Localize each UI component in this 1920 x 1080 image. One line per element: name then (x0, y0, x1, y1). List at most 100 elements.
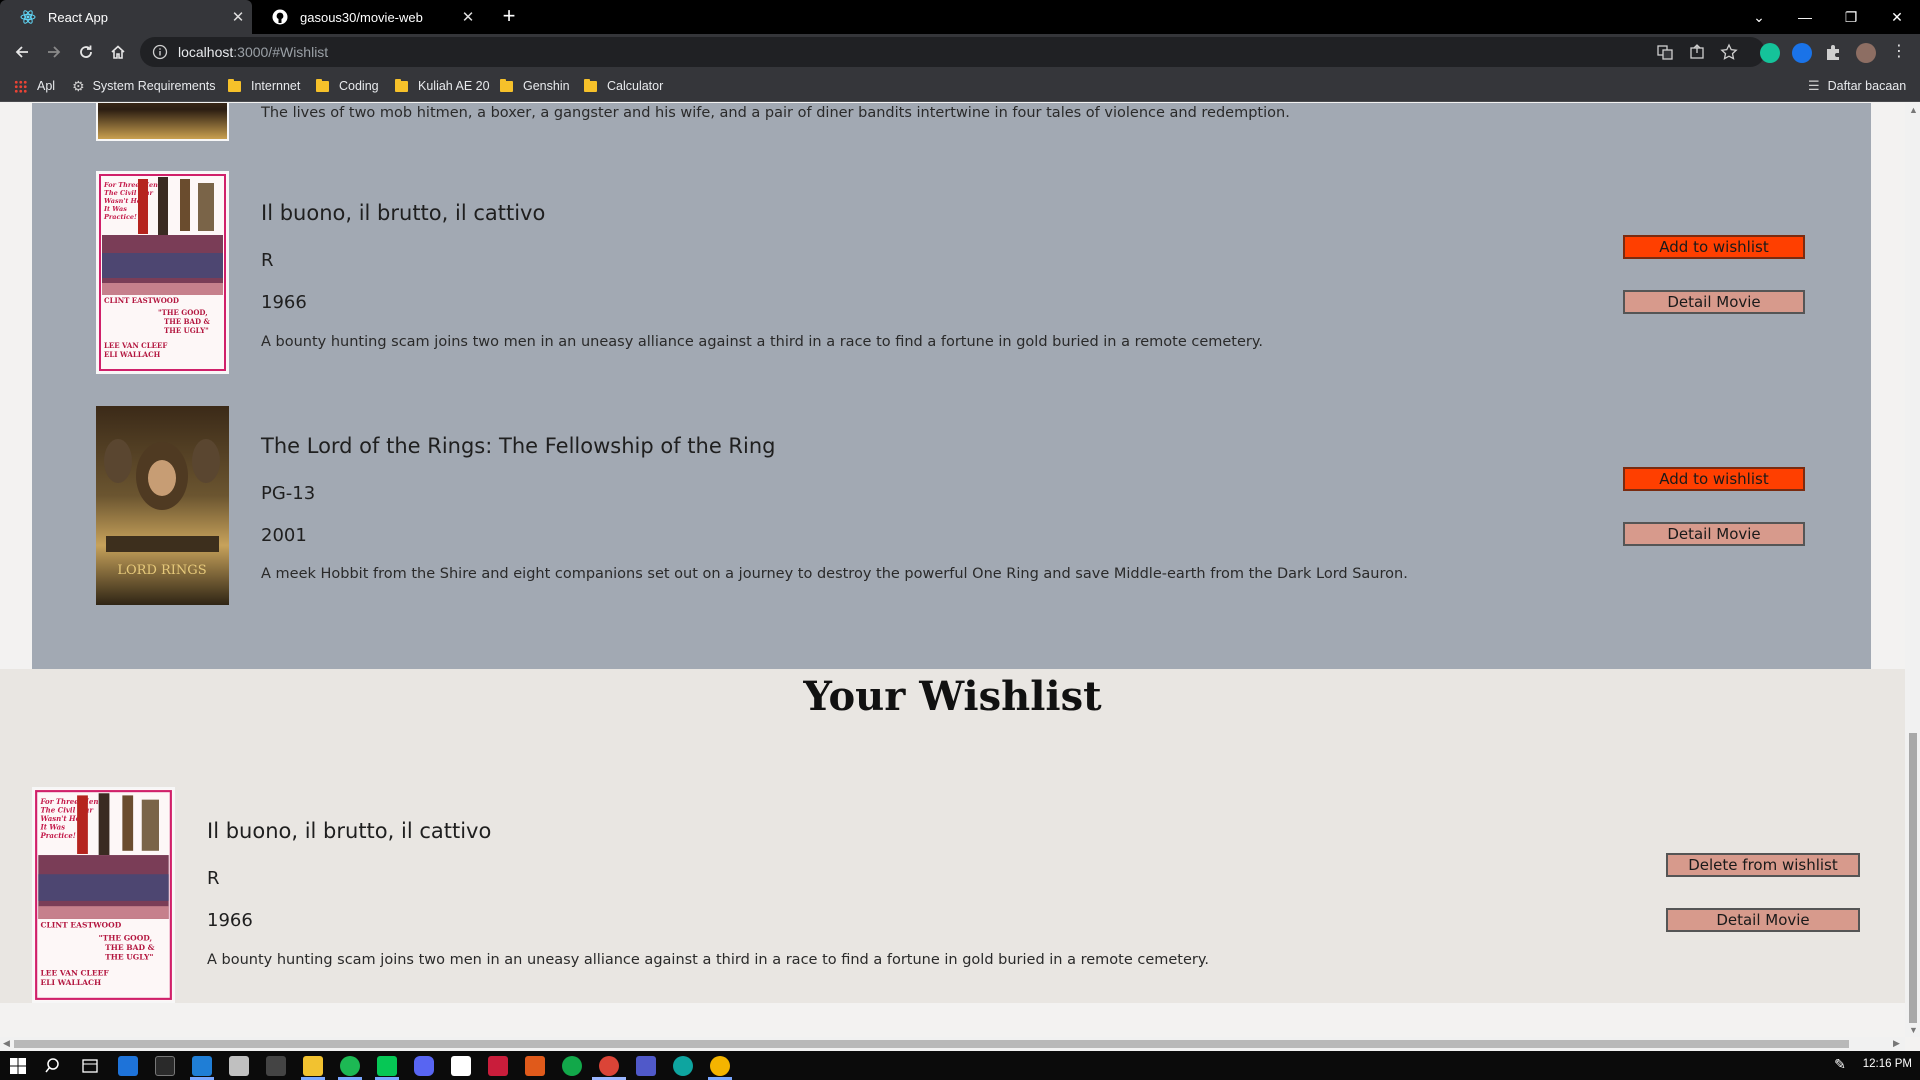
scroll-right-icon[interactable]: ▶ (1893, 1038, 1900, 1049)
reading-list-icon: ☰ (1808, 78, 1820, 93)
wishlist-poster[interactable]: For Three Men The Civil War Wasn't Hell.… (32, 787, 175, 1003)
teams-icon[interactable] (636, 1056, 656, 1076)
store-icon[interactable] (155, 1056, 175, 1076)
translate-icon[interactable] (1656, 43, 1674, 61)
scroll-up-icon[interactable]: ▲ (1909, 105, 1918, 115)
wishlist-section: Your Wishlist For Three Men The Civil Wa… (0, 669, 1905, 1003)
apps-grid-icon (14, 79, 27, 93)
pen-icon[interactable]: ✎ (1830, 1056, 1850, 1076)
terminal-icon[interactable] (266, 1056, 286, 1076)
minimize-icon[interactable]: — (1782, 0, 1828, 34)
reading-list[interactable]: ☰ Daftar bacaan (1808, 70, 1906, 102)
browser-tab-strip: React App ✕ gasous30/movie-web ✕ + ⌄ — ❐… (0, 0, 1920, 34)
app-icon[interactable] (229, 1056, 249, 1076)
close-tab-icon[interactable]: ✕ (224, 8, 252, 26)
search-icon[interactable] (44, 1056, 64, 1076)
add-to-wishlist-button[interactable]: Add to wishlist (1623, 467, 1805, 491)
tab-title: gasous30/movie-web (300, 9, 423, 25)
restore-icon[interactable]: ❐ (1828, 0, 1874, 34)
bookmark-kuliah[interactable]: Kuliah AE 20 (395, 70, 490, 102)
discord-icon[interactable] (414, 1056, 434, 1076)
profile-avatar[interactable] (1856, 43, 1876, 63)
chrome-icon[interactable] (599, 1056, 619, 1076)
tab-github[interactable]: gasous30/movie-web ✕ (252, 0, 482, 34)
spotify-icon[interactable] (340, 1056, 360, 1076)
bookmark-calculator[interactable]: Calculator (584, 70, 663, 102)
close-window-icon[interactable]: ✕ (1874, 0, 1920, 34)
address-bar[interactable]: localhost:3000/#Wishlist (140, 37, 1765, 67)
site-info-icon[interactable] (152, 44, 168, 60)
close-tab-icon[interactable]: ✕ (454, 8, 482, 26)
poster-text: CLINT EASTWOOD (104, 296, 179, 305)
url-path: :3000/#Wishlist (233, 44, 329, 60)
movie-description: A bounty hunting scam joins two men in a… (261, 334, 1263, 350)
notion-icon[interactable] (451, 1056, 471, 1076)
poster-text: THE UGLY" (105, 952, 153, 961)
grammarly-icon[interactable] (1760, 43, 1780, 63)
movie-year: 1966 (261, 292, 307, 313)
delete-from-wishlist-button[interactable]: Delete from wishlist (1666, 853, 1860, 877)
app-green-icon[interactable] (562, 1056, 582, 1076)
url-text: localhost:3000/#Wishlist (178, 44, 328, 60)
reload-icon[interactable] (72, 38, 100, 66)
bookmark-label: Apl (37, 79, 56, 93)
wishlist-movie-year: 1966 (207, 910, 253, 931)
edge-icon[interactable] (673, 1056, 693, 1076)
bookmark-coding[interactable]: Coding (316, 70, 379, 102)
bookmark-system-requirements[interactable]: ⚙ System Requirements (72, 70, 216, 102)
horizontal-scrollbar[interactable]: ◀ ▶ (0, 1037, 1905, 1051)
bookmark-apps[interactable]: Apl (14, 70, 55, 102)
poster-text: It Was (103, 205, 127, 213)
detail-movie-button[interactable]: Detail Movie (1623, 522, 1805, 546)
folder-icon (584, 78, 597, 92)
line-icon[interactable] (377, 1056, 397, 1076)
vscode-icon[interactable] (192, 1056, 212, 1076)
mail-icon[interactable] (118, 1056, 138, 1076)
tab-search-icon[interactable]: ⌄ (1736, 0, 1782, 34)
wishlist-movie-title: Il buono, il brutto, il cattivo (207, 819, 492, 843)
poster-text: LORD RINGS (117, 563, 206, 578)
chrome-alt-icon[interactable] (710, 1056, 730, 1076)
page-viewport: The lives of two mob hitmen, a boxer, a … (0, 103, 1905, 1037)
home-icon[interactable] (104, 38, 132, 66)
chrome-menu-icon[interactable]: ⋮ (1890, 43, 1908, 61)
detail-movie-button[interactable]: Detail Movie (1666, 908, 1860, 932)
bookmark-genshin[interactable]: Genshin (500, 70, 570, 102)
poster-text: THE UGLY" (164, 326, 209, 335)
extensions-puzzle-icon[interactable] (1824, 43, 1842, 61)
movie-rating: R (261, 250, 274, 271)
folder-icon (316, 78, 329, 92)
movie-poster[interactable]: For Three Men The Civil War Wasn't Hell.… (96, 171, 229, 374)
scrollbar-thumb[interactable] (14, 1040, 1849, 1048)
extension-blue-icon[interactable] (1792, 43, 1812, 63)
forward-icon[interactable] (40, 38, 68, 66)
bookmark-star-icon[interactable] (1720, 43, 1738, 61)
windows-start-icon[interactable] (8, 1056, 28, 1076)
back-icon[interactable] (8, 38, 36, 66)
chart-app-icon[interactable] (525, 1056, 545, 1076)
url-host: localhost (178, 44, 234, 60)
tab-react-app[interactable]: React App ✕ (0, 0, 252, 34)
scrollbar-thumb[interactable] (1909, 733, 1917, 1023)
poster-text: ELI WALLACH (40, 978, 101, 987)
movie-poster[interactable] (96, 103, 229, 141)
bookmark-label: Coding (339, 79, 379, 93)
poster-text: THE BAD & (105, 943, 155, 952)
bookmark-label: System Requirements (92, 79, 216, 93)
share-icon[interactable] (1688, 43, 1706, 61)
bookmark-internnet[interactable]: Internnet (228, 70, 300, 102)
vertical-scrollbar[interactable]: ▲ ▼ (1905, 103, 1920, 1037)
new-tab-button[interactable]: + (496, 4, 522, 30)
task-view-icon[interactable] (80, 1056, 100, 1076)
folder-icon (395, 78, 408, 92)
add-to-wishlist-button[interactable]: Add to wishlist (1623, 235, 1805, 259)
movie-poster[interactable]: LORD RINGS (96, 406, 229, 605)
file-explorer-icon[interactable] (303, 1056, 323, 1076)
scroll-down-icon[interactable]: ▼ (1909, 1025, 1918, 1035)
scroll-left-icon[interactable]: ◀ (3, 1038, 10, 1049)
gbu-poster-art: For Three Men The Civil War Wasn't Hell.… (98, 173, 227, 372)
lotr-poster-art: LORD RINGS (96, 406, 229, 605)
poster-text: THE BAD & (164, 317, 210, 326)
detail-movie-button[interactable]: Detail Movie (1623, 290, 1805, 314)
app-red-icon[interactable] (488, 1056, 508, 1076)
